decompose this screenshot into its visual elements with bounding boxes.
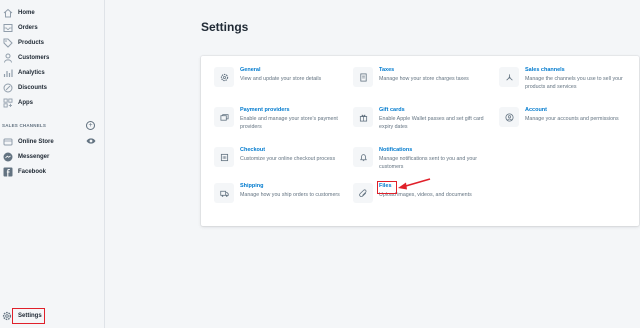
settings-tile-taxes[interactable]: Taxes Manage how your store charges taxe… (353, 67, 493, 107)
tile-description: Enable and manage your store's payment p… (240, 116, 338, 130)
tile-description: Enable Apple Wallet passes and set gift … (379, 116, 484, 130)
tile-title[interactable]: Notifications (379, 147, 412, 153)
gear-icon (2, 311, 12, 321)
tile-description: Manage the channels you use to sell your… (525, 76, 623, 90)
discount-icon (3, 83, 13, 93)
truck-icon (214, 183, 234, 203)
sidebar-item-label: Online Store (18, 139, 54, 145)
receipt-icon (353, 67, 373, 87)
tile-description: View and update your store details (240, 76, 322, 82)
settings-tile-gift-cards[interactable]: Gift cards Enable Apple Wallet passes an… (353, 107, 493, 147)
settings-label: Settings (18, 313, 42, 319)
sidebar-item-analytics[interactable]: Analytics (0, 66, 105, 80)
red-arrow-icon (398, 178, 431, 190)
sidebar-item-products[interactable]: Products (0, 36, 105, 50)
tile-description: Manage notifications sent to you and you… (379, 156, 478, 170)
add-sales-channel-button[interactable]: + (86, 121, 95, 130)
sidebar-item-label: Discounts (18, 85, 48, 91)
tile-description: Customize your online checkout process (240, 156, 336, 162)
apps-icon (3, 98, 13, 108)
gear-icon (214, 67, 234, 87)
tile-title[interactable]: Checkout (240, 147, 265, 153)
person-icon (3, 53, 13, 63)
orders-icon (3, 23, 13, 33)
settings-tile-account[interactable]: Account Manage your accounts and permiss… (499, 107, 639, 147)
bar-chart-icon (3, 68, 13, 78)
sales-channels-heading: SALES CHANNELS (2, 123, 47, 128)
bell-icon (353, 147, 373, 167)
tile-title[interactable]: Shipping (240, 183, 264, 189)
messenger-icon (3, 152, 13, 162)
cart-icon (214, 147, 234, 167)
sidebar-item-label: Messenger (18, 154, 50, 160)
home-icon (3, 8, 13, 18)
sidebar-item-messenger[interactable]: Messenger (0, 150, 105, 164)
tile-title[interactable]: Payment providers (240, 107, 290, 113)
eye-icon[interactable] (86, 137, 96, 145)
sidebar-item-label: Customers (18, 55, 50, 61)
paperclip-icon (353, 183, 373, 203)
account-icon (499, 107, 519, 127)
sidebar: Home Orders Products Customers Analytics… (0, 0, 105, 328)
facebook-icon (3, 167, 13, 177)
sidebar-item-facebook[interactable]: Facebook (0, 165, 105, 179)
settings-tile-payment-providers[interactable]: Payment providers Enable and manage your… (214, 107, 354, 147)
sidebar-item-discounts[interactable]: Discounts (0, 81, 105, 95)
settings-tile-checkout[interactable]: Checkout Customize your online checkout … (214, 147, 354, 187)
tile-description: Manage how your store charges taxes (379, 76, 469, 82)
sidebar-item-label: Home (18, 10, 35, 16)
sidebar-item-label: Apps (18, 100, 33, 106)
sidebar-item-apps[interactable]: Apps (0, 96, 105, 110)
gift-icon (353, 107, 373, 127)
tile-description: Manage your accounts and permissions (525, 116, 619, 122)
settings-tile-sales-channels[interactable]: Sales channels Manage the channels you u… (499, 67, 639, 107)
settings-tile-shipping[interactable]: Shipping Manage how you ship orders to c… (214, 183, 354, 223)
channels-icon (499, 67, 519, 87)
store-icon (3, 137, 13, 147)
files-highlight-box (377, 181, 397, 194)
page-title: Settings (201, 20, 249, 34)
tile-title[interactable]: Sales channels (525, 67, 565, 73)
settings-tile-general[interactable]: General View and update your store detai… (214, 67, 354, 107)
sidebar-item-label: Products (18, 40, 45, 46)
sidebar-item-orders[interactable]: Orders (0, 21, 105, 35)
sidebar-item-label: Analytics (18, 70, 45, 76)
sidebar-item-home[interactable]: Home (0, 6, 105, 20)
sidebar-item-label: Facebook (18, 169, 47, 175)
tile-title[interactable]: Account (525, 107, 547, 113)
tile-title[interactable]: Gift cards (379, 107, 405, 113)
tile-title[interactable]: Taxes (379, 67, 394, 73)
payment-icon (214, 107, 234, 127)
tile-title[interactable]: General (240, 67, 260, 73)
tile-description: Manage how you ship orders to customers (240, 192, 340, 198)
sidebar-item-label: Orders (18, 25, 38, 31)
tag-icon (3, 38, 13, 48)
sidebar-item-customers[interactable]: Customers (0, 51, 105, 65)
settings-card: General View and update your store detai… (201, 56, 639, 226)
